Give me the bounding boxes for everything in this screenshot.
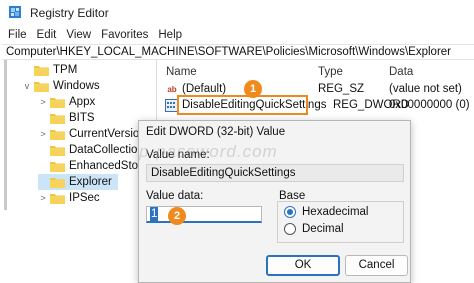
tree-expander[interactable]: > <box>38 129 48 139</box>
list-header: Name Type Data <box>160 63 474 81</box>
folder-icon <box>50 129 65 140</box>
key-tree[interactable]: TPM v Windows > Appx BITS > CurrentVersi… <box>0 60 157 217</box>
tree-item-tpm[interactable]: TPM <box>22 62 77 78</box>
value-type: REG_SZ <box>318 83 365 95</box>
tree-item-label: BITS <box>69 112 95 124</box>
folder-icon <box>50 97 65 108</box>
folder-icon <box>50 177 65 188</box>
address-bar[interactable]: Computer\HKEY_LOCAL_MACHINE\SOFTWARE\Pol… <box>2 44 474 60</box>
radio-hexadecimal[interactable]: Hexadecimal <box>284 206 368 218</box>
annotation-highlight-box <box>177 95 308 115</box>
watermark: p-password.com <box>139 142 278 161</box>
menu-edit[interactable]: Edit <box>35 26 65 44</box>
menu-bar: File Edit View Favorites Help <box>0 26 474 44</box>
folder-icon <box>50 161 65 172</box>
tree-item-ipsec[interactable]: > IPSec <box>38 190 100 206</box>
radio-hexadecimal-button[interactable] <box>284 206 296 218</box>
tree-scrollbar[interactable] <box>4 60 7 210</box>
folder-icon <box>50 193 65 204</box>
tree-item-windows[interactable]: v Windows <box>22 78 100 94</box>
radio-decimal-label: Decimal <box>302 223 344 235</box>
menu-help[interactable]: Help <box>156 26 190 44</box>
tree-item-label: TPM <box>53 64 78 76</box>
tree-item-label: Explorer <box>69 176 112 188</box>
tree-expander[interactable]: > <box>38 97 48 107</box>
tree-item-label: DataCollection <box>69 144 144 156</box>
tree-item-explorer[interactable]: Explorer <box>38 174 118 190</box>
cancel-button[interactable]: Cancel <box>345 255 408 276</box>
tree-item-label: Appx <box>69 96 96 108</box>
title-bar: Registry Editor <box>0 0 474 26</box>
tree-item-bits[interactable]: BITS <box>38 110 95 126</box>
radio-decimal[interactable]: Decimal <box>284 223 344 235</box>
tree-item-currentversion[interactable]: > CurrentVersion <box>38 126 146 142</box>
folder-icon <box>34 65 49 76</box>
folder-icon <box>50 145 65 156</box>
value-data-input[interactable]: 1 <box>146 206 262 223</box>
value-name-field[interactable]: DisableEditingQuickSettings <box>146 164 404 182</box>
value-data-text: 1 <box>150 207 159 221</box>
tree-expander[interactable]: > <box>38 193 48 203</box>
menu-favorites[interactable]: Favorites <box>99 26 156 44</box>
radio-decimal-button[interactable] <box>284 223 296 235</box>
folder-icon <box>34 81 49 92</box>
value-name: (Default) <box>182 83 227 95</box>
tree-item-label: IPSec <box>69 192 100 204</box>
radio-hexadecimal-label: Hexadecimal <box>302 206 369 218</box>
column-name[interactable]: Name <box>166 66 197 78</box>
value-data: 0x00000000 (0) <box>389 99 470 111</box>
ok-button[interactable]: OK <box>266 255 340 276</box>
value-data: (value not set) <box>389 83 462 95</box>
tree-item-datacollection[interactable]: DataCollection <box>38 142 144 158</box>
tree-item-label: Windows <box>53 80 100 92</box>
value-data-label: Value data: <box>146 190 204 202</box>
column-data[interactable]: Data <box>389 66 413 78</box>
tree-expander[interactable]: v <box>22 81 32 91</box>
menu-view[interactable]: View <box>64 26 99 44</box>
folder-icon <box>50 113 65 124</box>
step-badge-1: 1 <box>244 80 262 98</box>
menu-file[interactable]: File <box>6 26 35 44</box>
tree-blank-area <box>0 217 138 283</box>
window-title: Registry Editor <box>30 6 109 20</box>
tree-item-label: CurrentVersion <box>69 128 146 140</box>
dialog-title: Edit DWORD (32-bit) Value <box>146 126 286 138</box>
registry-editor-icon <box>9 6 21 18</box>
tree-item-appx[interactable]: > Appx <box>38 94 95 110</box>
step-badge-2: 2 <box>168 207 186 225</box>
column-type[interactable]: Type <box>318 66 343 78</box>
